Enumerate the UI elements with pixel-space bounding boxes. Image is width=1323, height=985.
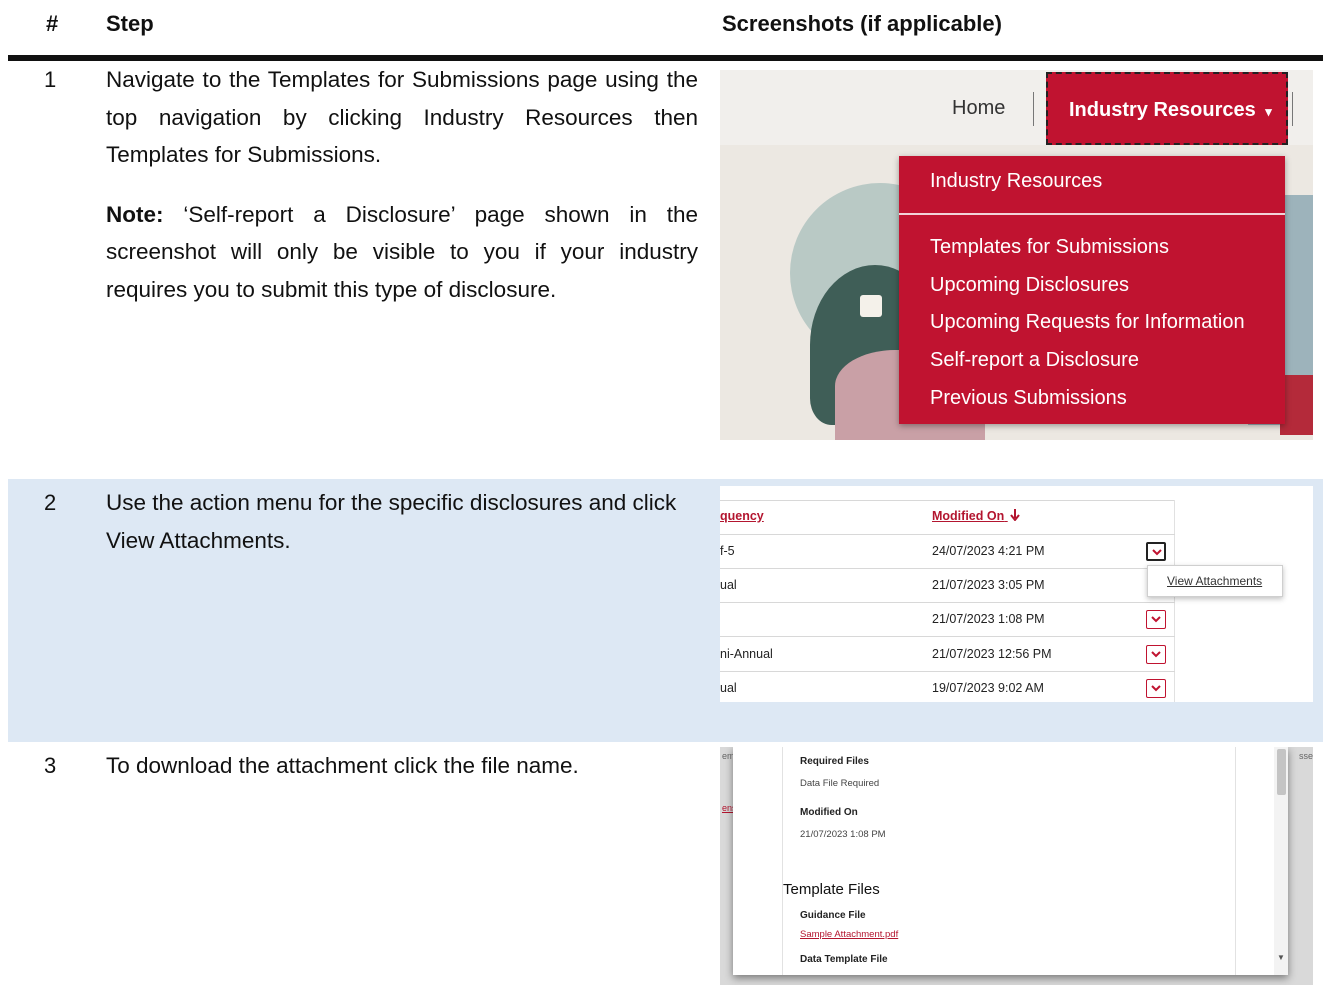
row-action-button[interactable] bbox=[1146, 645, 1166, 664]
required-files-value: Data File Required bbox=[800, 778, 880, 789]
data-template-file-label: Data Template File bbox=[800, 954, 888, 965]
chevron-down-icon: ▾ bbox=[1265, 104, 1272, 119]
step-number: 1 bbox=[44, 67, 57, 92]
cell-frequency: ual bbox=[720, 578, 737, 592]
row-action-button[interactable] bbox=[1146, 610, 1166, 629]
header-screenshots: Screenshots (if applicable) bbox=[722, 11, 1002, 36]
step-row-2: 2 Use the action menu for the specific d… bbox=[8, 479, 1323, 742]
chevron-down-icon bbox=[1151, 651, 1161, 658]
row-action-button[interactable] bbox=[1146, 679, 1166, 698]
background-text: sse bbox=[1299, 751, 1313, 761]
chevron-down-icon bbox=[1152, 549, 1162, 556]
screenshot-navigation: Home Industry Resources ▾ Industry Resou… bbox=[720, 70, 1313, 440]
menu-item-upcoming-requests[interactable]: Upcoming Requests for Information bbox=[930, 311, 1245, 334]
top-navigation: Home Industry Resources ▾ bbox=[720, 70, 1313, 145]
step-text: Use the action menu for the specific dis… bbox=[106, 484, 698, 559]
scroll-down-icon[interactable]: ▼ bbox=[1277, 953, 1285, 962]
nav-home-link[interactable]: Home bbox=[952, 97, 1005, 120]
cell-frequency: ual bbox=[720, 681, 737, 695]
cell-modified: 21/07/2023 1:08 PM bbox=[932, 612, 1045, 626]
chevron-down-icon bbox=[1151, 616, 1161, 623]
step-text: Navigate to the Templates for Submission… bbox=[106, 61, 698, 308]
step-row-3: 3 To download the attachment click the f… bbox=[8, 742, 1323, 985]
step-instruction: Navigate to the Templates for Submission… bbox=[106, 67, 698, 167]
nav-divider bbox=[1033, 92, 1034, 126]
cell-frequency: ni-Annual bbox=[720, 647, 773, 661]
screenshot-attachment-modal: em ens sse ▼ Required Files Data File Re… bbox=[720, 747, 1313, 985]
arrow-down-icon bbox=[1009, 509, 1020, 522]
step-note: Note: ‘Self-report a Disclosure’ page sh… bbox=[106, 196, 698, 309]
industry-resources-menu: Industry Resources Templates for Submiss… bbox=[899, 156, 1285, 424]
menu-item-previous-submissions[interactable]: Previous Submissions bbox=[930, 387, 1127, 410]
menu-divider bbox=[899, 213, 1285, 215]
step-instruction: To download the attachment click the fil… bbox=[106, 753, 579, 778]
note-text: ‘Self-report a Disclosure’ page shown in… bbox=[106, 201, 698, 302]
cell-frequency: f-5 bbox=[720, 544, 735, 558]
step-row-1: 1 Navigate to the Templates for Submissi… bbox=[8, 61, 1323, 479]
chevron-down-icon bbox=[1151, 685, 1161, 692]
cell-modified: 21/07/2023 3:05 PM bbox=[932, 578, 1045, 592]
header-step: Step bbox=[106, 11, 154, 36]
menu-item-upcoming-disclosures[interactable]: Upcoming Disclosures bbox=[930, 274, 1129, 297]
modified-on-value: 21/07/2023 1:08 PM bbox=[800, 829, 886, 840]
cell-modified: 24/07/2023 4:21 PM bbox=[932, 544, 1045, 558]
guidance-file-label: Guidance File bbox=[800, 910, 866, 921]
nav-divider bbox=[1292, 92, 1293, 126]
table-header: # Step Screenshots (if applicable) bbox=[0, 0, 1323, 60]
step-number: 2 bbox=[44, 490, 57, 515]
column-header-modified[interactable]: Modified On bbox=[932, 509, 1020, 523]
row-action-button[interactable] bbox=[1146, 542, 1166, 561]
scrollbar-thumb[interactable] bbox=[1277, 749, 1286, 795]
nav-industry-resources[interactable]: Industry Resources ▾ bbox=[1046, 72, 1288, 145]
attachments-modal: ▼ Required Files Data File Required Modi… bbox=[733, 747, 1288, 975]
step-text: To download the attachment click the fil… bbox=[106, 747, 698, 785]
cell-modified: 19/07/2023 9:02 AM bbox=[932, 681, 1044, 695]
header-number: # bbox=[46, 11, 59, 36]
cell-modified: 21/07/2023 12:56 PM bbox=[932, 647, 1052, 661]
template-files-heading: Template Files bbox=[783, 881, 880, 898]
nav-industry-label: Industry Resources bbox=[1069, 99, 1256, 121]
screenshot-action-menu: quency Modified On f-5 24/07/2023 4:21 P… bbox=[720, 486, 1313, 702]
column-header-frequency[interactable]: quency bbox=[720, 509, 764, 523]
menu-header[interactable]: Industry Resources bbox=[930, 170, 1102, 193]
required-files-label: Required Files bbox=[800, 756, 869, 767]
menu-item-self-report[interactable]: Self-report a Disclosure bbox=[930, 349, 1139, 372]
action-popup-menu: View Attachments bbox=[1147, 565, 1283, 597]
step-instruction: Use the action menu for the specific dis… bbox=[106, 490, 677, 553]
menu-item-templates[interactable]: Templates for Submissions bbox=[930, 236, 1169, 259]
note-label: Note: bbox=[106, 201, 164, 227]
modified-on-label: Modified On bbox=[800, 807, 858, 818]
view-attachments-link[interactable]: View Attachments bbox=[1167, 574, 1262, 588]
step-number: 3 bbox=[44, 753, 57, 778]
guidance-file-link[interactable]: Sample Attachment.pdf bbox=[800, 929, 898, 940]
